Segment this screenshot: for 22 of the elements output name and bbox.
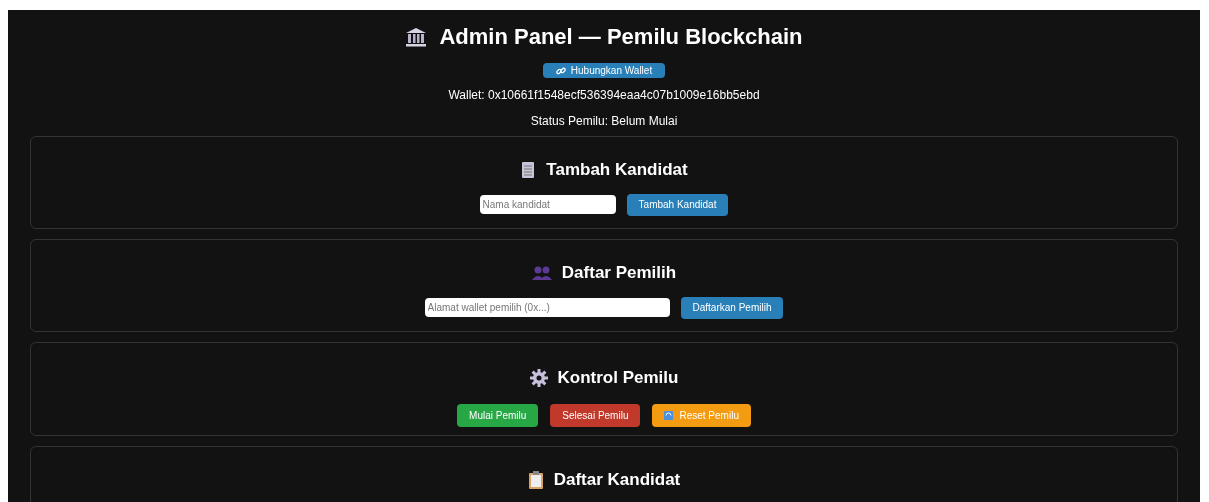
section-title: Daftar Kandidat (553, 469, 681, 491)
section-title: Daftar Pemilih (561, 262, 677, 284)
people-icon (531, 265, 552, 280)
wallet-address: Wallet: 0x10661f1548ecf536394eaa4c07b1009e16bb5ebd (448, 87, 760, 104)
page-title: Admin Panel — Pemilu Blockchain (439, 23, 803, 51)
control-button[interactable]: Selesai Pemilu (550, 403, 641, 427)
clipboard-icon (527, 470, 544, 489)
link-icon (555, 65, 566, 76)
bank-icon (405, 26, 428, 47)
status-text: Status Pemilu: Belum Mulai (530, 113, 678, 130)
control-button[interactable]: Reset Pemilu (652, 403, 751, 427)
submit-button[interactable]: Tambah Kandidat (626, 193, 729, 216)
settings-icon (529, 368, 548, 387)
connect-wallet-button[interactable]: Hubungkan Wallet (542, 63, 666, 78)
text-input[interactable]: Nama kandidat (479, 195, 616, 214)
text-input[interactable]: Alamat wallet pemilih (0x...) (424, 298, 670, 317)
refresh-icon (664, 410, 674, 420)
section-title: Kontrol Pemilu (557, 367, 679, 389)
section-title: Tambah Kandidat (546, 159, 688, 181)
submit-button[interactable]: Daftarkan Pemilih (680, 296, 784, 319)
document-icon (520, 160, 537, 179)
control-button[interactable]: Mulai Pemilu (457, 403, 539, 427)
